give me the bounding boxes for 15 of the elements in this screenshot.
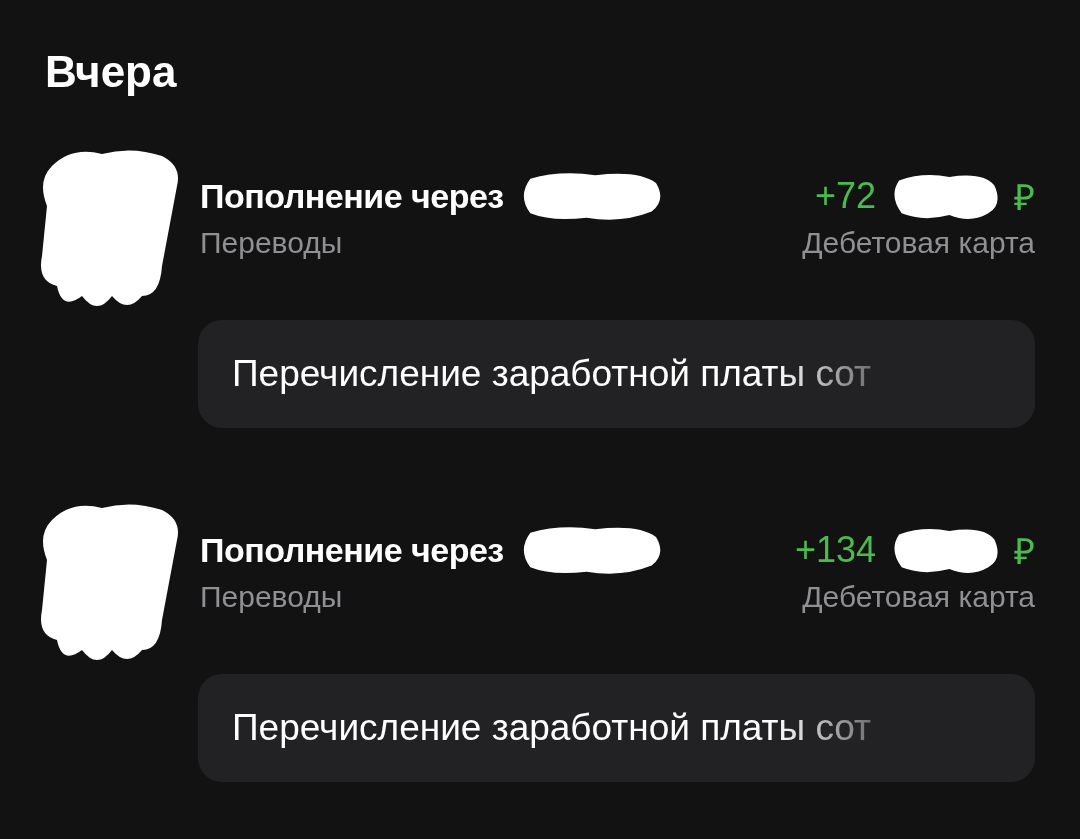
amount-text: +72 [814,175,876,217]
comment-text: Перечисление заработной платы сот [232,707,872,749]
section-title: Вчера [45,46,178,98]
transaction-title: Пополнение через [200,176,504,216]
comment-card[interactable]: Перечисление заработной платы сот [198,320,1035,428]
category-label: Переводы [200,226,343,260]
comment-card[interactable]: Перечисление заработной платы сот [198,674,1035,782]
transaction-title: Пополнение через [200,530,504,570]
amount-text: +134 [794,529,876,571]
account-label: Дебетовая карта [802,580,1035,614]
currency-sign: ₽ [1014,529,1035,574]
category-label: Переводы [200,580,343,614]
account-label: Дебетовая карта [802,226,1035,260]
currency-sign: ₽ [1014,175,1035,220]
comment-text: Перечисление заработной платы сот [232,353,872,395]
